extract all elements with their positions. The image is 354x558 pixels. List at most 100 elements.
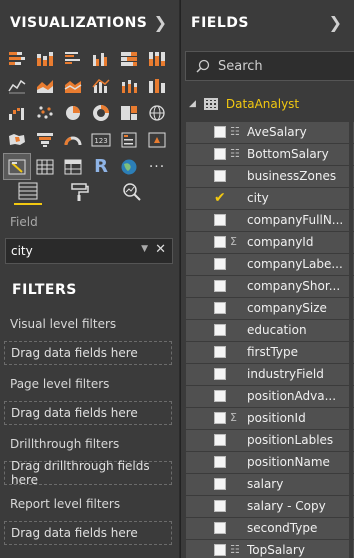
checkbox[interactable] [214, 412, 226, 424]
ribbon-chart-icon[interactable] [144, 73, 170, 98]
field-row-4[interactable]: companyFullN... [186, 210, 354, 231]
field-name: companyShor... [247, 279, 341, 293]
area-chart-icon[interactable] [32, 73, 58, 98]
line-column-icon[interactable] [88, 73, 114, 98]
checkbox[interactable] [214, 500, 226, 512]
checkbox[interactable] [214, 346, 226, 358]
more-visuals-icon[interactable]: ··· [144, 154, 170, 179]
funnel-icon[interactable] [32, 127, 58, 152]
treemap-icon[interactable] [116, 100, 142, 125]
checkbox[interactable] [214, 170, 226, 182]
line-chart-icon[interactable] [4, 73, 30, 98]
visualization-pane-tabs [0, 177, 179, 207]
collapse-visualizations-chevron-icon[interactable]: ❯ [154, 13, 167, 32]
100-stacked-bar-icon[interactable] [116, 46, 142, 71]
visualizations-pane: VISUALIZATIONS ❯ 123 R ··· Field city ▼ … [0, 0, 179, 558]
arcgis-map-icon[interactable] [116, 154, 142, 179]
slicer-icon[interactable] [3, 153, 31, 180]
field-row-10[interactable]: firstType [186, 342, 354, 363]
drillthrough-drop-zone[interactable]: Drag drillthrough fields here [4, 459, 172, 487]
kpi-icon[interactable] [144, 127, 170, 152]
clustered-bar-chart-icon[interactable] [60, 46, 86, 71]
collapse-fields-chevron-icon[interactable]: ❯ [329, 13, 342, 32]
remove-field-close-icon[interactable]: ✕ [155, 242, 166, 257]
field-row-6[interactable]: companyLabe... [186, 254, 354, 275]
field-row-7[interactable]: companyShor... [186, 276, 354, 297]
format-paint-roller-icon[interactable] [66, 179, 94, 205]
field-row-2[interactable]: businessZones [186, 166, 354, 187]
stacked-area-icon[interactable] [60, 73, 86, 98]
waterfall-chart-icon[interactable] [4, 100, 30, 125]
fields-header: FIELDS ❯ [181, 0, 354, 45]
field-name: city [247, 191, 269, 205]
field-name: industryField [247, 367, 324, 381]
field-row-9[interactable]: education [186, 320, 354, 341]
donut-chart-icon[interactable] [88, 100, 114, 125]
checkbox[interactable] [214, 148, 226, 160]
filled-map-icon[interactable] [4, 127, 30, 152]
checkbox[interactable] [214, 236, 226, 248]
scatter-chart-icon[interactable] [32, 100, 58, 125]
field-row-17[interactable]: salary - Copy [186, 496, 354, 517]
checkbox[interactable] [214, 478, 226, 490]
field-name: TopSalary [247, 543, 305, 557]
fields-tab-icon[interactable] [14, 179, 42, 205]
multi-row-card-icon[interactable] [116, 127, 142, 152]
calculated-column-icon: ☷ [230, 543, 240, 556]
analytics-magnifier-icon[interactable] [118, 179, 146, 205]
field-row-13[interactable]: ΣpositionId [186, 408, 354, 429]
card-icon[interactable]: 123 [88, 127, 114, 152]
fields-search-input[interactable]: Search [185, 51, 354, 81]
field-row-5[interactable]: ΣcompanyId [186, 232, 354, 253]
r-visual-icon[interactable]: R [88, 154, 114, 179]
100-stacked-column-icon[interactable] [144, 46, 170, 71]
page-level-drop-zone[interactable]: Drag data fields here [4, 401, 172, 425]
field-row-19[interactable]: ☷ TopSalary [186, 540, 354, 558]
field-name: positionId [247, 411, 306, 425]
checkbox[interactable] [214, 434, 226, 446]
map-icon[interactable] [144, 100, 170, 125]
visual-level-filters-label: Visual level filters [10, 317, 117, 331]
field-row-0[interactable]: ☷ AveSalary [186, 122, 354, 143]
field-row-8[interactable]: companySize [186, 298, 354, 319]
checkbox[interactable] [214, 214, 226, 226]
gauge-icon[interactable] [60, 127, 86, 152]
checkbox[interactable] [214, 302, 226, 314]
checkbox-checked-icon[interactable]: ✔ [214, 191, 226, 205]
expand-triangle-icon[interactable]: ◢ [189, 99, 196, 109]
visual-level-drop-zone[interactable]: Drag data fields here [4, 341, 172, 365]
checkbox[interactable] [214, 324, 226, 336]
drillthrough-filters-label: Drillthrough filters [10, 437, 120, 451]
pie-chart-icon[interactable] [60, 100, 86, 125]
field-row-1[interactable]: ☷ BottomSalary [186, 144, 354, 165]
field-row-15[interactable]: positionName [186, 452, 354, 473]
checkbox[interactable] [214, 126, 226, 138]
checkbox[interactable] [214, 456, 226, 468]
checkbox[interactable] [214, 390, 226, 402]
field-well-city[interactable]: city ▼ ✕ [5, 238, 173, 264]
field-row-14[interactable]: positionLables [186, 430, 354, 451]
stacked-column-chart-icon[interactable] [32, 46, 58, 71]
field-row-11[interactable]: industryField [186, 364, 354, 385]
checkbox[interactable] [214, 280, 226, 292]
chevron-down-icon[interactable]: ▼ [141, 244, 148, 254]
table-icon[interactable] [32, 154, 58, 179]
table-node-dataanalyst[interactable]: ◢ DataAnalyst [189, 97, 299, 111]
checkbox[interactable] [214, 522, 226, 534]
field-name: companySize [247, 301, 327, 315]
field-row-18[interactable]: secondType [186, 518, 354, 539]
checkbox[interactable] [214, 258, 226, 270]
field-row-3[interactable]: ✔ city [186, 188, 354, 209]
checkbox[interactable] [214, 368, 226, 380]
fields-scrollbar[interactable] [349, 122, 353, 558]
report-level-filters-label: Report level filters [10, 497, 121, 511]
line-stacked-column-icon[interactable] [116, 73, 142, 98]
checkbox[interactable] [214, 544, 226, 556]
field-row-12[interactable]: positionAdva... [186, 386, 354, 407]
stacked-bar-chart-icon[interactable] [4, 46, 30, 71]
field-name: companyLabe... [247, 257, 343, 271]
matrix-icon[interactable] [60, 154, 86, 179]
field-row-16[interactable]: salary [186, 474, 354, 495]
report-level-drop-zone[interactable]: Drag data fields here [4, 521, 172, 545]
clustered-column-chart-icon[interactable] [88, 46, 114, 71]
